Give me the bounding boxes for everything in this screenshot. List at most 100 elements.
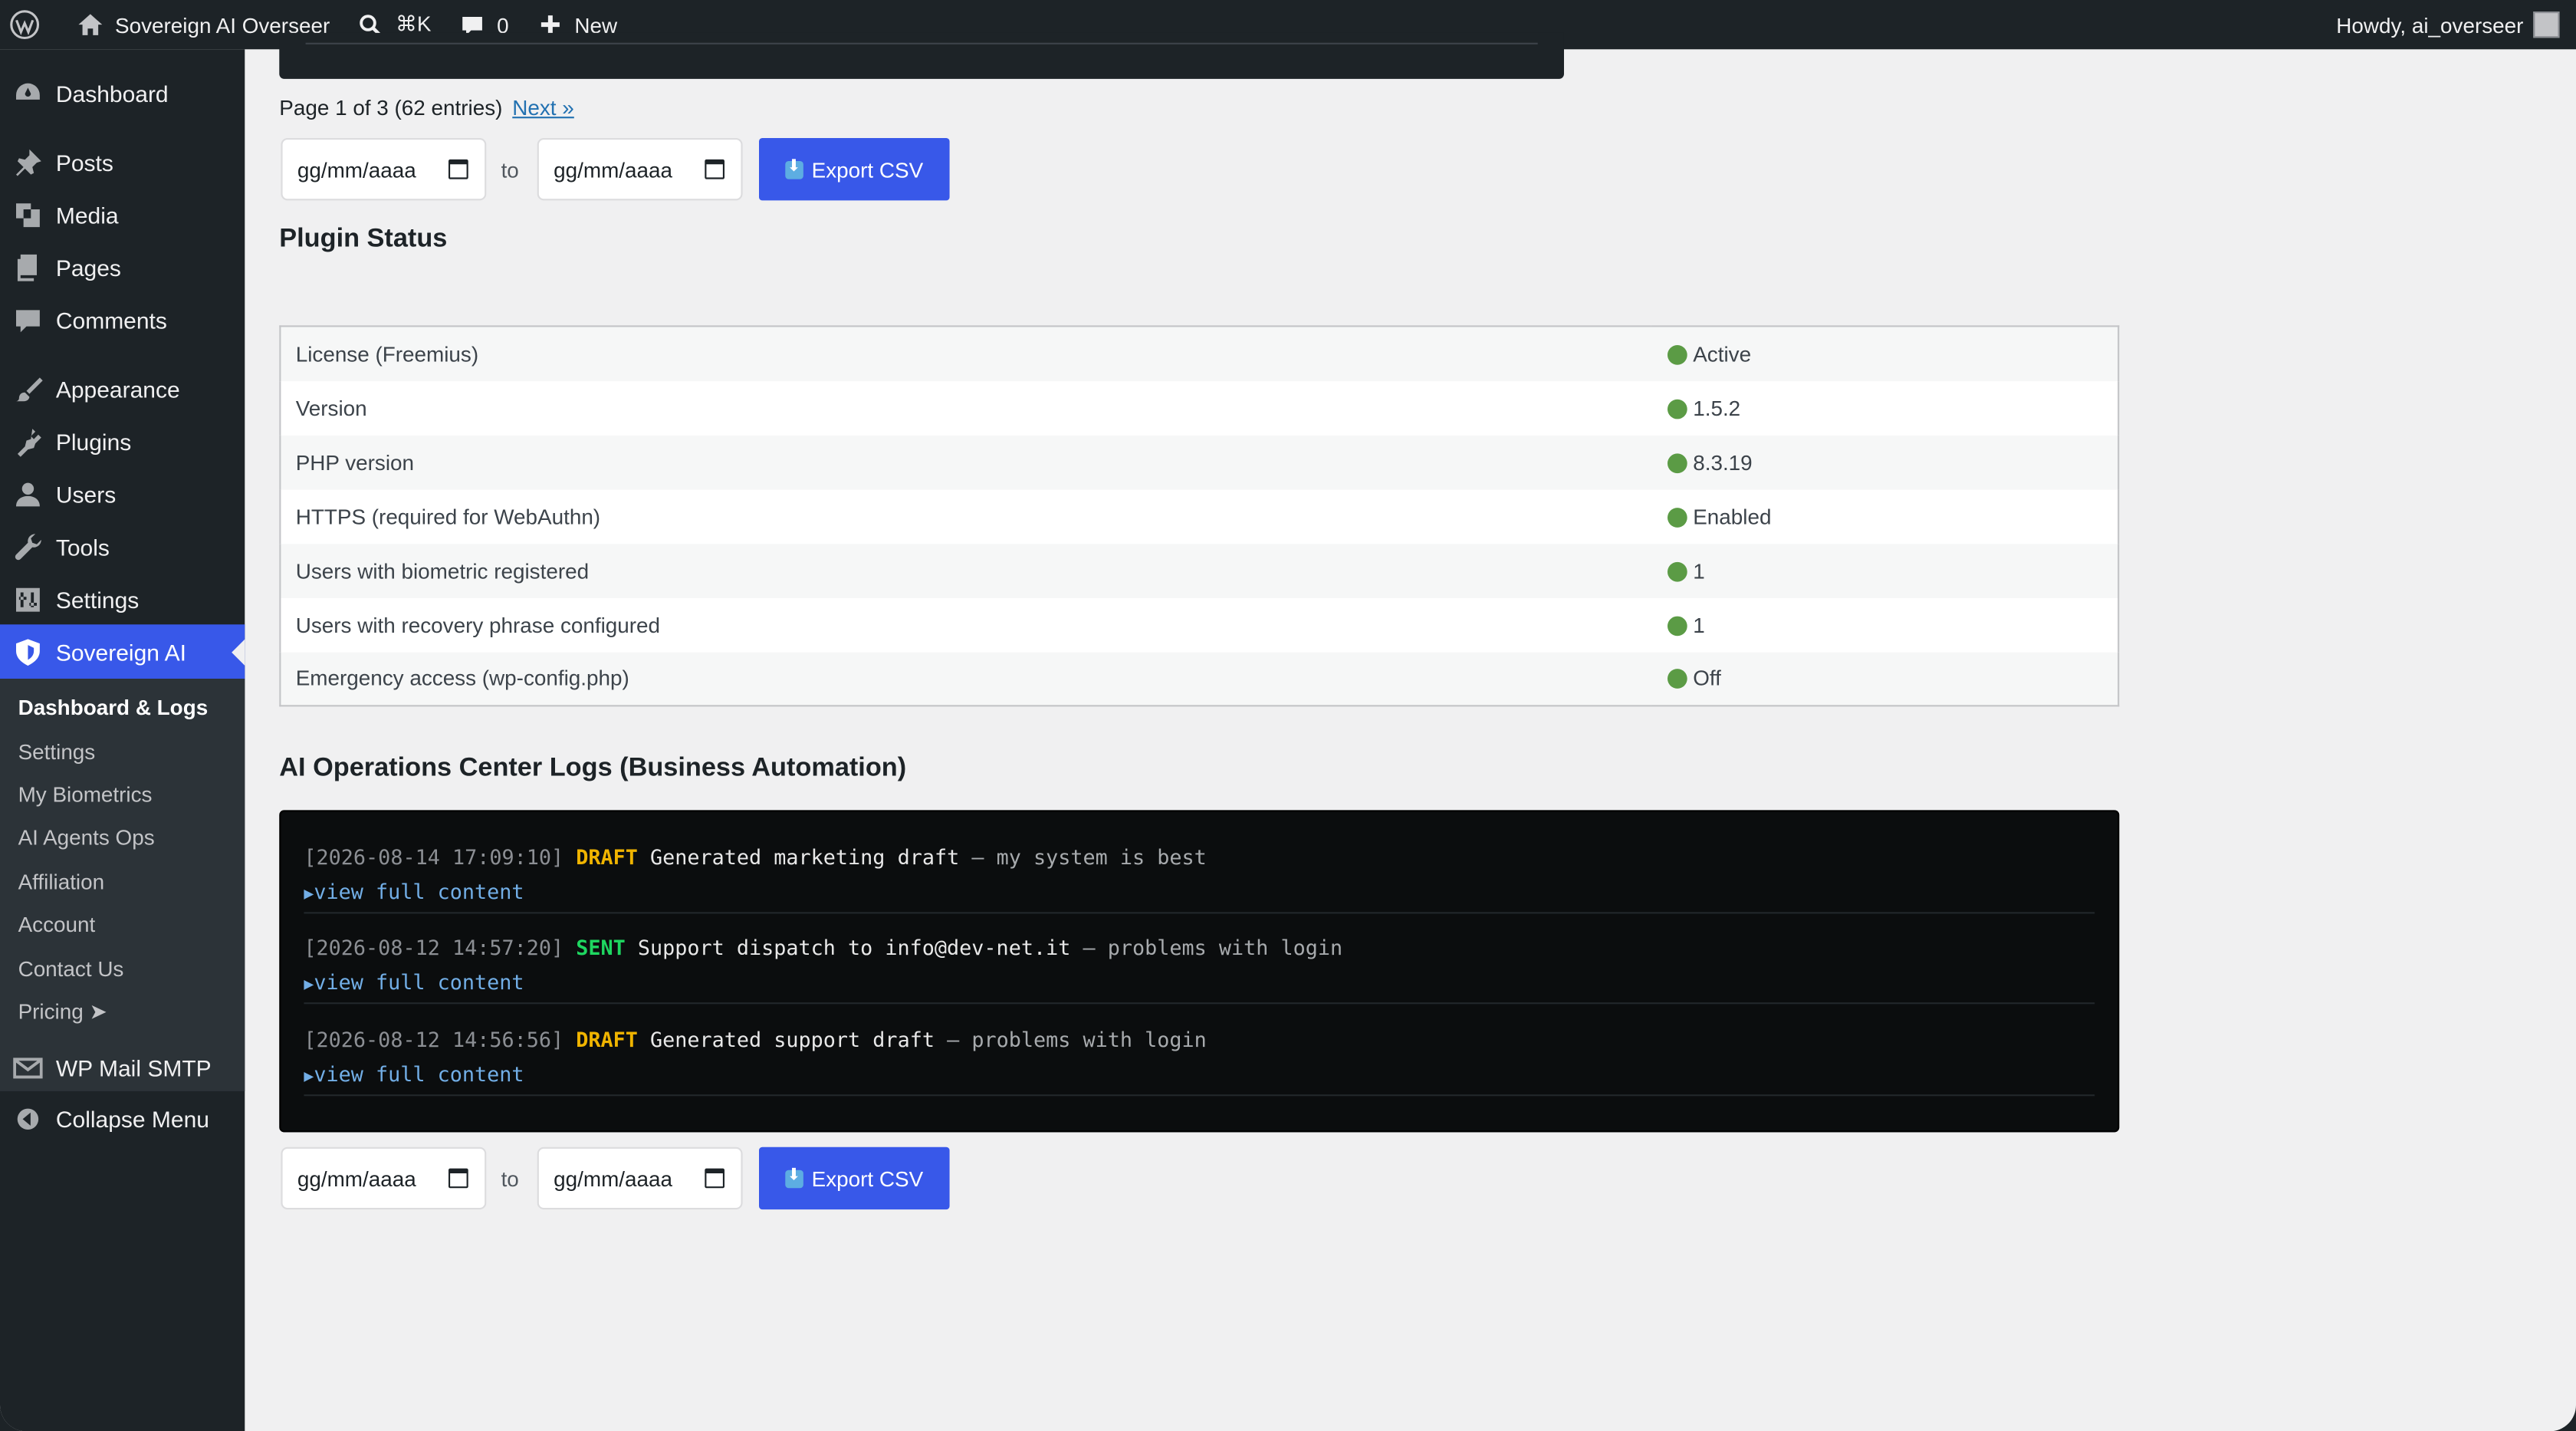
sidebar-item-tools[interactable]: Tools — [0, 519, 245, 575]
status-dot-icon — [1666, 452, 1687, 473]
sidebar-item-label: WP Mail SMTP — [55, 1054, 212, 1081]
date-to-input[interactable]: gg/mm/aaaa — [537, 1146, 743, 1210]
submenu-item-settings[interactable]: Settings — [18, 739, 96, 764]
calendar-icon[interactable] — [449, 159, 468, 179]
log-entry: [2026-08-14 17:09:10] DRAFT Generated ma… — [304, 821, 2095, 914]
status-value: 8.3.19 — [1693, 449, 1753, 475]
status-dot-icon — [1666, 344, 1687, 365]
collapse-menu-button[interactable]: Collapse Menu — [0, 1091, 245, 1147]
download-icon — [785, 1166, 803, 1188]
table-row: HTTPS (required for WebAuthn) Enabled — [280, 489, 2118, 544]
disclosure-triangle-icon: ▶ — [304, 1067, 314, 1087]
plugin-status-table: License (Freemius) Active Version 1.5.2 PH… — [279, 325, 2120, 707]
pagination-info: Page 1 of 3 (62 entries) — [279, 95, 503, 120]
sidebar-item-plugins[interactable]: Plugins — [0, 414, 245, 470]
sidebar-item-users[interactable]: Users — [0, 467, 245, 523]
log-entry: [2026-08-12 14:57:20] SENT Support dispa… — [304, 912, 2095, 1005]
calendar-icon[interactable] — [705, 1168, 724, 1189]
browser-frame: Sovereign AI Overseer ⌘K 0 New Howdy, ai… — [0, 0, 2576, 1431]
submenu-item-my-biometrics[interactable]: My Biometrics — [18, 782, 153, 807]
view-full-content-label: view full content — [314, 1061, 524, 1087]
plugin-icon — [13, 427, 43, 457]
calendar-icon[interactable] — [705, 159, 724, 179]
admin-sidebar: Dashboard Posts Media Pages Comments App… — [0, 49, 245, 1431]
status-dot-icon — [1666, 398, 1687, 419]
status-dot-icon — [1666, 669, 1687, 689]
export-csv-button[interactable]: Export CSV — [758, 1146, 950, 1210]
table-row: PHP version 8.3.19 — [280, 434, 2119, 489]
table-row: Users with recovery phrase configured 1 — [280, 597, 2118, 652]
status-label: Users with recovery phrase configured — [295, 612, 661, 637]
status-label: Users with biometric registered — [280, 543, 1651, 597]
sidebar-item-sovereign-ai[interactable]: Sovereign AI — [0, 624, 245, 681]
submenu-item-ai-agents-ops[interactable]: AI Agents Ops — [18, 825, 155, 850]
collapse-icon — [13, 1104, 43, 1134]
calendar-icon[interactable] — [449, 1168, 468, 1189]
sidebar-item-pages[interactable]: Pages — [0, 240, 245, 296]
date-from-input[interactable]: gg/mm/aaaa — [281, 1146, 487, 1210]
submenu-item-account[interactable]: Account — [18, 912, 96, 936]
log-message: Generated support draft — [650, 1027, 935, 1052]
submenu-item-affiliation[interactable]: Affiliation — [18, 870, 105, 894]
date-to-input[interactable]: gg/mm/aaaa — [537, 138, 743, 201]
sidebar-item-dashboard[interactable]: Dashboard — [0, 66, 245, 122]
ops-log-console: [2026-08-14 17:09:10] DRAFT Generated ma… — [279, 810, 2120, 1133]
ops-logs-title: AI Operations Center Logs (Business Auto… — [279, 754, 907, 782]
sidebar-item-label: Appearance — [55, 376, 180, 403]
media-icon — [13, 200, 43, 230]
view-full-content-label: view full content — [314, 879, 524, 904]
status-label: Emergency access (wp-config.php) — [280, 651, 1651, 706]
previous-log-box-bottom — [279, 32, 1564, 79]
sidebar-item-label: Users — [55, 481, 117, 508]
status-value: 1.5.2 — [1693, 395, 1741, 420]
wordpress-logo-icon — [10, 10, 40, 40]
sidebar-item-appearance[interactable]: Appearance — [0, 361, 245, 417]
wordpress-logo-button[interactable] — [0, 0, 62, 49]
status-value: 1 — [1693, 612, 1705, 637]
to-label: to — [501, 1166, 519, 1192]
disclosure-triangle-icon: ▶ — [304, 975, 314, 995]
status-label: HTTPS (required for WebAuthn) — [295, 503, 601, 528]
table-row: License (Freemius) Active — [280, 326, 2119, 381]
log-timestamp: [2026-08-12 14:57:20] — [304, 935, 564, 960]
log-detail: problems with login — [1107, 935, 1343, 960]
account-menu[interactable]: Howdy, ai_overseer — [2323, 0, 2566, 49]
pin-icon — [13, 148, 43, 178]
log-timestamp: [2026-08-14 17:09:10] — [304, 844, 564, 870]
status-value: Off — [1693, 666, 1721, 691]
sidebar-item-settings[interactable]: Settings — [0, 572, 245, 628]
sidebar-item-comments[interactable]: Comments — [0, 292, 245, 348]
log-detail: my system is best — [996, 844, 1207, 870]
status-value: Active — [1693, 341, 1752, 367]
submenu-item-pricing[interactable]: Pricing ➤ — [18, 999, 107, 1025]
view-full-content-toggle[interactable]: ▶view full content — [304, 1061, 524, 1086]
export-label: Export CSV — [811, 1166, 924, 1191]
export-label: Export CSV — [811, 156, 924, 182]
status-value: Enabled — [1693, 503, 1772, 528]
sidebar-item-wp-mail-smtp[interactable]: WP Mail SMTP — [0, 1040, 245, 1096]
sidebar-item-label: Posts — [55, 150, 113, 176]
date-from-input[interactable]: gg/mm/aaaa — [281, 138, 487, 201]
submenu-item-contact-us[interactable]: Contact Us — [18, 956, 124, 981]
date-from-placeholder: gg/mm/aaaa — [297, 1166, 416, 1191]
log-message: Support dispatch to info@dev-net.it — [637, 935, 1071, 960]
sidebar-item-media[interactable]: Media — [0, 187, 245, 243]
view-full-content-toggle[interactable]: ▶view full content — [304, 969, 524, 994]
log-detail: problems with login — [971, 1027, 1207, 1052]
export-csv-button[interactable]: Export CSV — [758, 138, 950, 201]
status-dot-icon — [1666, 561, 1687, 581]
view-full-content-toggle[interactable]: ▶view full content — [304, 879, 524, 903]
status-label: Version — [295, 395, 367, 420]
date-to-placeholder: gg/mm/aaaa — [554, 156, 672, 182]
sidebar-item-label: Pages — [55, 255, 121, 281]
mail-icon — [13, 1054, 43, 1084]
to-label: to — [501, 157, 519, 183]
status-dot-icon — [1666, 507, 1687, 527]
log-tag: DRAFT — [576, 844, 638, 870]
submenu-item-dashboard-logs[interactable]: Dashboard & Logs — [18, 695, 209, 719]
brush-icon — [13, 375, 43, 405]
log-entry: [2026-08-12 14:56:56] DRAFT Generated su… — [304, 1004, 2095, 1097]
next-page-link[interactable]: Next » — [512, 95, 574, 120]
sidebar-item-posts[interactable]: Posts — [0, 135, 245, 191]
status-value: 1 — [1693, 558, 1705, 583]
